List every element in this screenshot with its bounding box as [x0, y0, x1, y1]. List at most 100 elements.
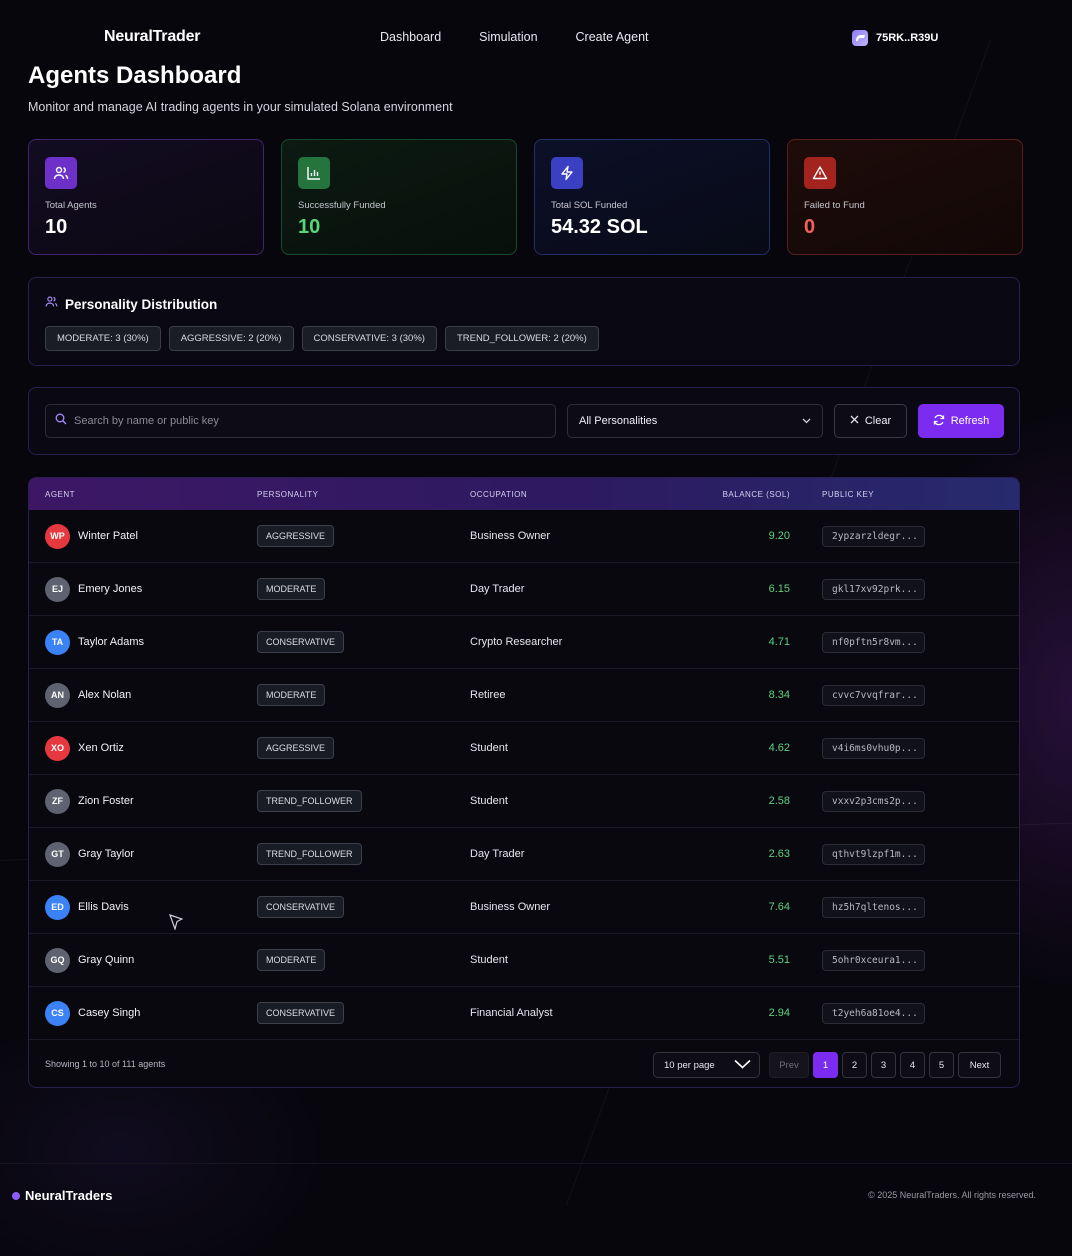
- page-button-5[interactable]: 5: [929, 1052, 954, 1078]
- nav-link-simulation[interactable]: Simulation: [479, 30, 537, 44]
- table-row[interactable]: CS Casey Singh CONSERVATIVE Financial An…: [29, 987, 1019, 1040]
- table-row[interactable]: ZF Zion Foster TREND_FOLLOWER Student 2.…: [29, 775, 1019, 828]
- search-input[interactable]: [74, 415, 534, 427]
- brand-logo[interactable]: NeuralTrader: [104, 28, 201, 46]
- clear-button[interactable]: Clear: [834, 404, 907, 438]
- table-row[interactable]: TA Taylor Adams CONSERVATIVE Crypto Rese…: [29, 616, 1019, 669]
- pagination: Prev 1 2 3 4 5 Next: [769, 1052, 1001, 1078]
- avatar: WP: [45, 523, 70, 549]
- table-row[interactable]: EJ Emery Jones MODERATE Day Trader 6.15 …: [29, 563, 1019, 616]
- close-icon: [850, 415, 859, 427]
- agent-cell: GQ Gray Quinn: [45, 947, 134, 973]
- personality-badge: CONSERVATIVE: [257, 896, 345, 918]
- refresh-button[interactable]: Refresh: [918, 404, 1004, 438]
- public-key-chip[interactable]: nf0pftn5r8vm...: [822, 631, 925, 653]
- refresh-button-label: Refresh: [950, 415, 990, 427]
- occupation-cell: Day Trader: [470, 583, 525, 595]
- public-key-cell: hz5h7qltenos...: [822, 896, 925, 918]
- column-header-agent[interactable]: AGENT: [45, 490, 75, 499]
- footer-brand[interactable]: NeuralTraders: [12, 1188, 112, 1203]
- table-row[interactable]: AN Alex Nolan MODERATE Retiree 8.34 cvvc…: [29, 669, 1019, 722]
- column-header-personality[interactable]: PERSONALITY: [257, 490, 319, 499]
- wallet-icon: [852, 30, 868, 46]
- occupation-cell: Student: [470, 742, 508, 754]
- personality-cell: CONSERVATIVE: [257, 896, 345, 918]
- personality-cell: MODERATE: [257, 684, 326, 706]
- filter-bar: All Personalities Clear Refresh: [28, 387, 1020, 455]
- agents-table: AGENT PERSONALITY OCCUPATION BALANCE (SO…: [28, 477, 1020, 1088]
- public-key-chip[interactable]: 5ohr0xceura1...: [822, 949, 925, 971]
- nav-link-dashboard[interactable]: Dashboard: [380, 30, 441, 44]
- public-key-chip[interactable]: hz5h7qltenos...: [822, 896, 925, 918]
- agent-name[interactable]: Gray Quinn: [78, 954, 134, 966]
- agent-name[interactable]: Winter Patel: [78, 530, 138, 542]
- wallet-address: 75RK..R39U: [876, 32, 939, 44]
- prev-page-button[interactable]: Prev: [769, 1052, 809, 1078]
- agent-name[interactable]: Emery Jones: [78, 583, 142, 595]
- distribution-tags: MODERATE: 3 (30%) AGGRESSIVE: 2 (20%) CO…: [45, 326, 1003, 351]
- personality-badge: MODERATE: [257, 578, 326, 600]
- public-key-chip[interactable]: cvvc7vvqfrar...: [822, 684, 925, 706]
- agent-name[interactable]: Zion Foster: [78, 795, 134, 807]
- public-key-chip[interactable]: 2ypzarzldegr...: [822, 525, 925, 547]
- table-row[interactable]: WP Winter Patel AGGRESSIVE Business Owne…: [29, 510, 1019, 563]
- stat-card-total-sol-funded: Total SOL Funded 54.32 SOL: [534, 139, 770, 255]
- showing-count: Showing 1 to 10 of 111 agents: [45, 1059, 166, 1069]
- balance-cell: 8.34: [768, 689, 790, 701]
- next-page-button[interactable]: Next: [958, 1052, 1001, 1078]
- personality-badge: MODERATE: [257, 684, 326, 706]
- clear-button-label: Clear: [864, 415, 892, 427]
- personality-cell: MODERATE: [257, 949, 326, 971]
- public-key-chip[interactable]: gkl17xv92prk...: [822, 578, 925, 600]
- avatar: AN: [45, 682, 70, 708]
- table-row[interactable]: GT Gray Taylor TREND_FOLLOWER Day Trader…: [29, 828, 1019, 881]
- stat-label: Total SOL Funded: [551, 200, 628, 211]
- page-button-3[interactable]: 3: [871, 1052, 896, 1078]
- page-button-1[interactable]: 1: [813, 1052, 838, 1078]
- public-key-cell: cvvc7vvqfrar...: [822, 684, 925, 706]
- balance-cell: 9.20: [768, 530, 790, 542]
- page-button-2[interactable]: 2: [842, 1052, 867, 1078]
- agent-name[interactable]: Ellis Davis: [78, 901, 129, 913]
- stat-value: 10: [298, 216, 321, 238]
- table-row[interactable]: XO Xen Ortiz AGGRESSIVE Student 4.62 v4i…: [29, 722, 1019, 775]
- page-button-4[interactable]: 4: [900, 1052, 925, 1078]
- column-header-balance[interactable]: BALANCE (SOL): [723, 490, 790, 499]
- personality-select[interactable]: All Personalities: [567, 404, 823, 438]
- nav-link-create-agent[interactable]: Create Agent: [576, 30, 649, 44]
- stat-value: 54.32 SOL: [551, 216, 648, 238]
- personality-badge: CONSERVATIVE: [257, 631, 345, 653]
- occupation-cell: Retiree: [470, 689, 506, 701]
- agent-name[interactable]: Taylor Adams: [78, 636, 144, 648]
- public-key-chip[interactable]: v4i6ms0vhu0p...: [822, 737, 925, 759]
- per-page-select[interactable]: 10 per page: [653, 1052, 760, 1078]
- column-header-occupation[interactable]: OCCUPATION: [470, 490, 527, 499]
- personality-cell: TREND_FOLLOWER: [257, 843, 362, 865]
- public-key-chip[interactable]: qthvt9lzpf1m...: [822, 843, 925, 865]
- distribution-title: Personality Distribution: [65, 296, 218, 312]
- occupation-cell: Day Trader: [470, 848, 525, 860]
- column-header-public-key[interactable]: PUBLIC KEY: [822, 490, 874, 499]
- chevron-down-icon: [734, 1059, 751, 1072]
- avatar: GT: [45, 841, 70, 867]
- users-icon: [45, 295, 58, 313]
- agent-cell: WP Winter Patel: [45, 523, 138, 549]
- page-title: Agents Dashboard: [28, 62, 242, 89]
- bar-chart-icon: [298, 157, 330, 189]
- table-row[interactable]: GQ Gray Quinn MODERATE Student 5.51 5ohr…: [29, 934, 1019, 987]
- table-body: WP Winter Patel AGGRESSIVE Business Owne…: [29, 510, 1019, 1040]
- agent-name[interactable]: Gray Taylor: [78, 848, 134, 860]
- mouse-cursor-icon: [169, 914, 184, 935]
- public-key-chip[interactable]: t2yeh6a81oe4...: [822, 1002, 925, 1024]
- public-key-cell: gkl17xv92prk...: [822, 578, 925, 600]
- agent-name[interactable]: Xen Ortiz: [78, 742, 124, 754]
- agent-name[interactable]: Casey Singh: [78, 1007, 140, 1019]
- warning-icon: [804, 157, 836, 189]
- stat-card-total-agents: Total Agents 10: [28, 139, 264, 255]
- wallet-button[interactable]: 75RK..R39U: [852, 30, 938, 46]
- site-footer: NeuralTraders © 2025 NeuralTraders. All …: [0, 1163, 1072, 1256]
- public-key-chip[interactable]: vxxv2p3cms2p...: [822, 790, 925, 812]
- brand-dot-icon: [12, 1191, 20, 1200]
- agent-name[interactable]: Alex Nolan: [78, 689, 131, 701]
- occupation-cell: Student: [470, 954, 508, 966]
